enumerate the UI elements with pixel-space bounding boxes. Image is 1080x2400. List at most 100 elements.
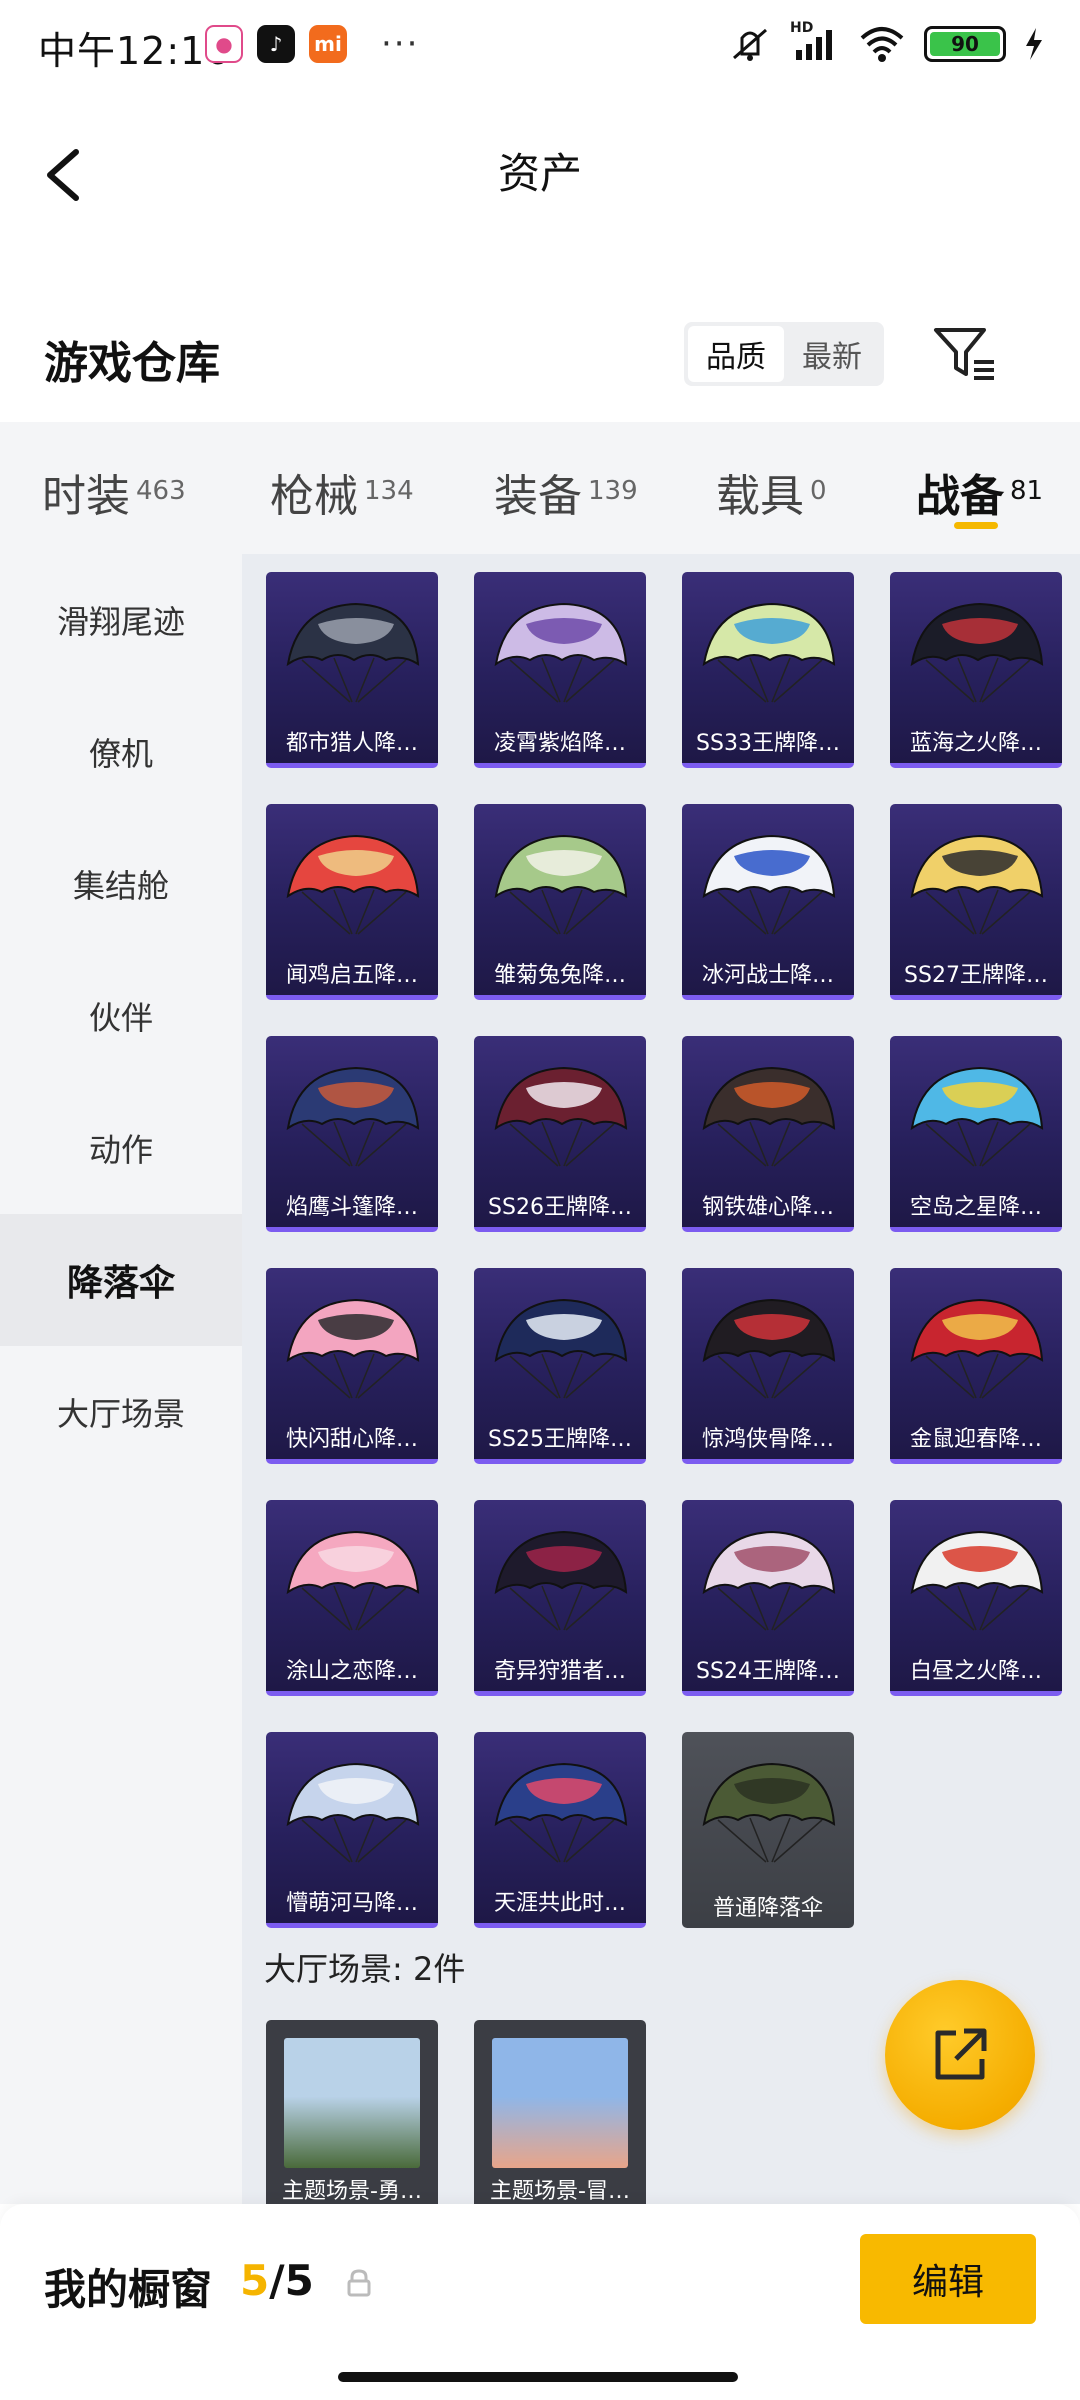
parachute-item-card[interactable]: SS24王牌降… — [682, 1500, 854, 1696]
parachute-item-card[interactable]: 冰河战士降… — [682, 804, 854, 1000]
parachute-icon — [494, 1066, 628, 1167]
parachute-icon — [286, 1298, 420, 1399]
item-label: 钢铁雄心降… — [701, 1195, 834, 1220]
parachute-item-card[interactable]: SS26王牌降… — [474, 1036, 646, 1232]
sidebar-item-emote[interactable]: 动作 — [0, 1082, 242, 1214]
sidebar-item-assembly-pod[interactable]: 集结舱 — [0, 818, 242, 950]
scene-thumbnail — [492, 2038, 628, 2168]
showcase-current: 5 — [240, 2256, 270, 2305]
parachute-item-card[interactable]: 凌霄紫焰降… — [474, 572, 646, 768]
parachute-item-card[interactable]: 都市猎人降… — [266, 572, 438, 768]
parachute-icon — [910, 834, 1044, 935]
lobby-scene-card[interactable]: 主题场景-勇… — [266, 2020, 438, 2204]
parachute-item-card[interactable]: 快闪甜心降… — [266, 1268, 438, 1464]
parachute-icon — [286, 602, 420, 703]
wifi-icon — [860, 27, 904, 62]
parachute-item-card[interactable]: 懵萌河马降… — [266, 1732, 438, 1928]
showcase-label: 我的橱窗 — [44, 2265, 213, 2314]
item-label: 涂山之恋降… — [285, 1659, 418, 1684]
edit-button[interactable]: 编辑 — [860, 2234, 1036, 2324]
tab-fashion[interactable]: 时装 463 — [42, 460, 186, 524]
parachute-item-card[interactable]: 白昼之火降… — [890, 1500, 1062, 1696]
item-label: SS26王牌降… — [488, 1195, 632, 1220]
showcase-count: 5/5 — [240, 2256, 314, 2305]
tab-count: 0 — [810, 476, 827, 506]
more-notifications-icon: ··· — [381, 24, 420, 64]
parachute-icon — [286, 1762, 420, 1863]
item-label: 懵萌河马降… — [285, 1891, 418, 1916]
parachute-item-card[interactable]: 惊鸿侠骨降… — [682, 1268, 854, 1464]
parachute-item-card[interactable]: 天涯共此时… — [474, 1732, 646, 1928]
sidebar-item-parachute[interactable]: 降落伞 — [0, 1214, 242, 1346]
filter-icon[interactable] — [930, 322, 1000, 386]
item-label: 空岛之星降… — [909, 1195, 1042, 1220]
carrier-app-icon: ● — [205, 25, 243, 63]
parachute-item-card[interactable]: 奇异狩猎者… — [474, 1500, 646, 1696]
item-label: 金鼠迎春降… — [909, 1427, 1042, 1452]
tab-battle-gear[interactable]: 战备 81 — [916, 460, 1043, 524]
parachute-icon — [702, 1530, 836, 1631]
category-tabs: 时装 463 枪械 134 装备 139 载具 0 战备 81 — [0, 422, 1080, 554]
item-label: 都市猎人降… — [285, 731, 418, 756]
parachute-item-card[interactable]: 空岛之星降… — [890, 1036, 1062, 1232]
showcase-separator: / — [269, 2256, 285, 2305]
parachute-item-card[interactable]: 涂山之恋降… — [266, 1500, 438, 1696]
tab-count: 81 — [1010, 476, 1044, 506]
item-label: SS27王牌降… — [904, 963, 1048, 988]
parachute-item-card[interactable]: SS27王牌降… — [890, 804, 1062, 1000]
item-label: 奇异狩猎者… — [493, 1659, 626, 1684]
showcase-total: 5 — [284, 2256, 314, 2305]
lobby-scene-card[interactable]: 主题场景-冒… — [474, 2020, 646, 2204]
tab-label: 装备 — [494, 471, 582, 522]
showcase-bar: 我的橱窗 5/5 编辑 — [0, 2204, 1080, 2400]
item-label: 天涯共此时… — [493, 1891, 626, 1916]
parachute-icon — [494, 1530, 628, 1631]
home-indicator — [338, 2372, 738, 2382]
sort-quality-button[interactable]: 品质 — [688, 326, 784, 382]
parachute-item-card[interactable]: 金鼠迎春降… — [890, 1268, 1062, 1464]
parachute-item-card[interactable]: 焰鹰斗篷降… — [266, 1036, 438, 1232]
parachute-item-card[interactable]: 雏菊兔兔降… — [474, 804, 646, 1000]
parachute-item-card[interactable]: SS25王牌降… — [474, 1268, 646, 1464]
tab-equipment[interactable]: 装备 139 — [494, 460, 638, 524]
sidebar-item-wingman[interactable]: 僚机 — [0, 686, 242, 818]
item-label: SS25王牌降… — [488, 1427, 632, 1452]
parachute-item-card[interactable]: 闻鸡启五降… — [266, 804, 438, 1000]
scene-label: 主题场景-勇… — [282, 2179, 422, 2204]
status-bar: 中午12:16 ● ♪ mi ··· HD 90 — [0, 0, 1080, 90]
share-button[interactable] — [885, 1980, 1035, 2130]
parachute-item-card[interactable]: SS33王牌降… — [682, 572, 854, 768]
item-label: 白昼之火降… — [909, 1659, 1042, 1684]
item-label: 焰鹰斗篷降… — [285, 1195, 418, 1220]
parachute-icon — [702, 1762, 836, 1863]
parachute-item-card[interactable]: 蓝海之火降… — [890, 572, 1062, 768]
active-tab-indicator — [954, 522, 998, 529]
parachute-icon — [286, 1530, 420, 1631]
battery-level: 90 — [930, 32, 1000, 56]
parachute-icon — [910, 1066, 1044, 1167]
tab-label: 载具 — [716, 471, 804, 522]
sidebar-item-lobby-scene[interactable]: 大厅场景 — [0, 1346, 242, 1478]
mute-icon — [733, 28, 767, 61]
sort-newest-button[interactable]: 最新 — [784, 326, 880, 382]
tab-weapons[interactable]: 枪械 134 — [270, 460, 414, 524]
tab-count: 139 — [588, 476, 638, 506]
item-label: 惊鸿侠骨降… — [701, 1427, 834, 1452]
item-label: 蓝海之火降… — [909, 731, 1042, 756]
tab-label: 战备 — [916, 471, 1004, 522]
tiktok-app-icon: ♪ — [257, 25, 295, 63]
tab-label: 枪械 — [270, 471, 358, 522]
parachute-icon — [286, 834, 420, 935]
parachute-icon — [702, 834, 836, 935]
sidebar-item-glide-trail[interactable]: 滑翔尾迹 — [0, 554, 242, 686]
sidebar-item-companion[interactable]: 伙伴 — [0, 950, 242, 1082]
item-label: SS33王牌降… — [696, 731, 840, 756]
tab-label: 时装 — [42, 471, 130, 522]
status-right-icons: HD 90 — [728, 20, 1044, 64]
parachute-icon — [494, 602, 628, 703]
parachute-item-card[interactable]: 普通降落伞 — [682, 1732, 854, 1928]
item-label: 快闪甜心降… — [285, 1427, 418, 1452]
parachute-item-card[interactable]: 钢铁雄心降… — [682, 1036, 854, 1232]
item-label: SS24王牌降… — [696, 1659, 840, 1684]
tab-vehicles[interactable]: 载具 0 — [716, 460, 827, 524]
